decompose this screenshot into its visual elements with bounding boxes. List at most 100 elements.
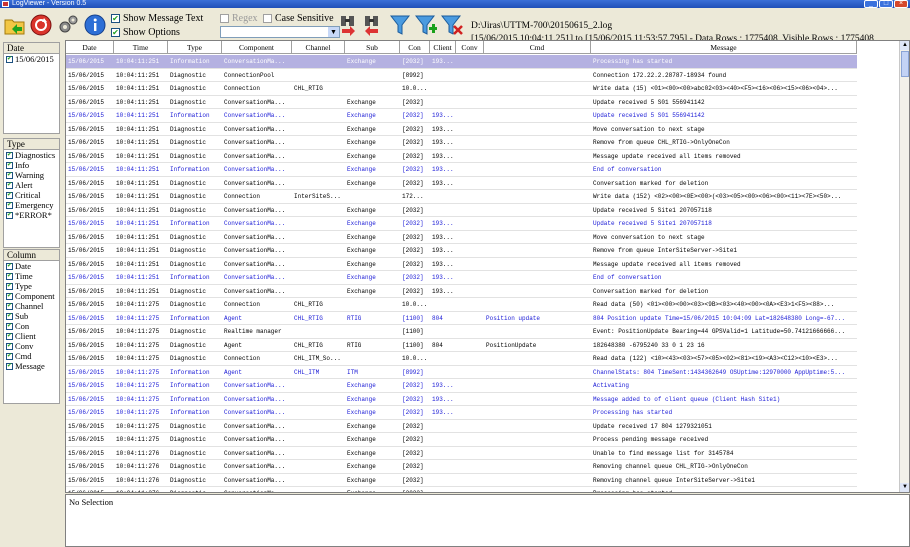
- column-filter-conv[interactable]: ✔ Conv: [4, 341, 59, 351]
- table-row[interactable]: 15/06/2015 10:04:11:275 Information Convers…: [66, 393, 857, 406]
- column-filter-time[interactable]: ✔ Time: [4, 271, 59, 281]
- table-row[interactable]: 15/06/2015 10:04:11:251 Diagnostic Conversa…: [66, 231, 857, 244]
- cell-client: [430, 433, 456, 446]
- type-filter-info[interactable]: ✔ Info: [4, 160, 59, 170]
- cell-cmd: [484, 460, 591, 473]
- table-row[interactable]: 15/06/2015 10:04:11:251 Diagnostic Connecti…: [66, 82, 857, 96]
- close-button[interactable]: ×: [894, 0, 908, 8]
- cell-cmd: [484, 204, 591, 217]
- type-filter-emergency[interactable]: ✔ Emergency: [4, 200, 59, 210]
- column-header-channel[interactable]: Channel: [292, 41, 345, 54]
- table-row[interactable]: 15/06/2015 10:04:11:251 Diagnostic Connecti…: [66, 190, 857, 204]
- column-filter-cmd[interactable]: ✔ Cmd: [4, 351, 59, 361]
- case-sensitive-checkbox[interactable]: Case Sensitive: [263, 13, 334, 24]
- column-filter-type[interactable]: ✔ Type: [4, 281, 59, 291]
- settings-button[interactable]: [56, 13, 80, 37]
- column-header-date[interactable]: Date: [66, 41, 114, 54]
- cell-sub: Exchange: [347, 139, 376, 146]
- cell-date: 15/06/2015: [68, 125, 105, 133]
- filter-button[interactable]: [388, 13, 412, 37]
- table-row[interactable]: 15/06/2015 10:04:11:251 Information Convers…: [66, 163, 857, 177]
- type-filter-critical[interactable]: ✔ Critical: [4, 190, 59, 200]
- table-row[interactable]: 15/06/201510:04:11:276DiagnosticConversa…: [66, 447, 857, 460]
- table-row[interactable]: 15/06/2015 10:04:11:251 Diagnostic Conversa…: [66, 136, 857, 150]
- search-combo[interactable]: ▼: [220, 26, 340, 38]
- table-row[interactable]: 15/06/2015 10:04:11:251 Diagnostic Conversa…: [66, 204, 857, 217]
- type-filter-error[interactable]: ✔ *ERROR*: [4, 210, 59, 220]
- type-filter-warning[interactable]: ✔ Warning: [4, 170, 59, 180]
- table-row[interactable]: 15/06/2015 10:04:11:275 Diagnostic Connecti…: [66, 298, 857, 312]
- table-row[interactable]: 15/06/2015 10:04:11:251 Information Convers…: [66, 271, 857, 285]
- cell-conv: [456, 420, 484, 433]
- cell-client: 193...: [432, 382, 454, 389]
- minimize-button[interactable]: _: [864, 0, 878, 8]
- column-header-component[interactable]: Component: [222, 41, 292, 54]
- table-row[interactable]: 15/06/2015 10:04:11:251 Diagnostic Conversa…: [66, 150, 857, 163]
- column-filter-date[interactable]: ✔ Date: [4, 261, 59, 271]
- column-header-con[interactable]: Con: [400, 41, 430, 54]
- table-row[interactable]: 15/06/2015 10:04:11:251 Diagnostic Conversa…: [66, 96, 857, 109]
- table-row[interactable]: 15/06/2015 10:04:11:251 Diagnostic Conversa…: [66, 244, 857, 258]
- table-row[interactable]: 15/06/2015 10:04:11:275 Information Convers…: [66, 406, 857, 420]
- column-header-message[interactable]: Message: [591, 41, 857, 54]
- cell-con: [8992]: [402, 368, 424, 376]
- table-row[interactable]: 15/06/201510:04:11:276DiagnosticConversa…: [66, 460, 857, 474]
- about-button[interactable]: [83, 13, 107, 37]
- column-filter-con[interactable]: ✔ Con: [4, 321, 59, 331]
- checkbox-mark-icon: ✔: [6, 181, 13, 189]
- log-grid[interactable]: Date Time Type Component Channel Sub Con Client…: [65, 40, 910, 493]
- table-row[interactable]: 15/06/2015 10:04:11:251 Information Convers…: [66, 55, 857, 69]
- column-header-cmd[interactable]: Cmd: [484, 41, 591, 54]
- regex-checkbox[interactable]: Regex: [220, 13, 258, 24]
- table-row[interactable]: 15/06/2015 10:04:11:275 Diagnostic Connecti…: [66, 352, 857, 366]
- show-message-text-checkbox[interactable]: ✔ Show Message Text: [111, 13, 203, 24]
- cell-conv: [456, 487, 484, 492]
- table-row[interactable]: 15/06/2015 10:04:11:251 Diagnostic Connecti…: [66, 69, 857, 82]
- reload-button[interactable]: [29, 13, 53, 37]
- type-filter-critical-label: Critical: [15, 190, 41, 200]
- column-header-client[interactable]: Client: [430, 41, 456, 54]
- table-row[interactable]: 15/06/2015 10:04:11:251 Information Convers…: [66, 217, 857, 231]
- open-folder-button[interactable]: [3, 13, 27, 37]
- table-row[interactable]: 15/06/2015 10:04:11:275 Information Agent CH…: [66, 366, 857, 379]
- checkbox-empty-icon: [263, 14, 272, 23]
- column-filter-message[interactable]: ✔ Message: [4, 361, 59, 371]
- table-row[interactable]: 15/06/2015 10:04:11:251 Diagnostic Conversa…: [66, 123, 857, 136]
- table-row[interactable]: 15/06/2015 10:04:11:251 Diagnostic Conversa…: [66, 258, 857, 271]
- table-row[interactable]: 15/06/2015 10:04:11:275 Information Convers…: [66, 379, 857, 393]
- add-filter-button[interactable]: [414, 13, 438, 37]
- date-filter-item[interactable]: ✔ 15/06/2015: [4, 54, 59, 64]
- column-header-conv[interactable]: Conv: [456, 41, 484, 54]
- table-row[interactable]: 15/06/2015 10:04:11:275 Diagnostic Agent CHL…: [66, 339, 857, 352]
- search-previous-button[interactable]: [360, 13, 384, 37]
- column-filter-component[interactable]: ✔ Component: [4, 291, 59, 301]
- type-filter-diagnostics[interactable]: ✔ Diagnostics: [4, 150, 59, 160]
- column-header-sub[interactable]: Sub: [345, 41, 400, 54]
- column-header-type[interactable]: Type: [168, 41, 222, 54]
- cell-con: 10.0...: [402, 301, 428, 308]
- detail-pane[interactable]: No Selection: [65, 494, 910, 547]
- table-row[interactable]: 15/06/2015 10:04:11:275 Diagnostic Conversa…: [66, 433, 857, 447]
- scroll-down-icon[interactable]: ▼: [900, 483, 909, 492]
- table-row[interactable]: 15/06/2015 10:04:11:251 Diagnostic Conversa…: [66, 285, 857, 298]
- table-row[interactable]: 15/06/2015 10:04:11:275 Diagnostic Realtime…: [66, 325, 857, 339]
- table-row[interactable]: 15/06/2015 10:04:11:275 Information Agent CH…: [66, 312, 857, 325]
- cell-component: ConversationMa...: [224, 247, 286, 254]
- type-filter-alert[interactable]: ✔ Alert: [4, 180, 59, 190]
- column-filter-sub[interactable]: ✔ Sub: [4, 311, 59, 321]
- clear-filter-button[interactable]: [440, 13, 464, 37]
- column-filter-client[interactable]: ✔ Client: [4, 331, 59, 341]
- scroll-up-icon[interactable]: ▲: [900, 41, 909, 50]
- search-next-button[interactable]: [336, 13, 360, 37]
- table-row[interactable]: 15/06/2015 10:04:11:251 Diagnostic Conversa…: [66, 177, 857, 190]
- maximize-button[interactable]: □: [879, 0, 893, 8]
- table-row[interactable]: 15/06/201510:04:11:276DiagnosticConversa…: [66, 487, 857, 492]
- table-row[interactable]: 15/06/201510:04:11:276DiagnosticConversa…: [66, 474, 857, 487]
- table-row[interactable]: 15/06/2015 10:04:11:251 Information Convers…: [66, 109, 857, 123]
- scroll-thumb[interactable]: [901, 51, 909, 77]
- show-options-checkbox[interactable]: ✔ Show Options: [111, 27, 180, 38]
- vertical-scrollbar[interactable]: ▲ ▼: [899, 41, 909, 492]
- table-row[interactable]: 15/06/2015 10:04:11:275 Diagnostic Conversa…: [66, 420, 857, 433]
- column-filter-channel[interactable]: ✔ Channel: [4, 301, 59, 311]
- column-header-time[interactable]: Time: [114, 41, 168, 54]
